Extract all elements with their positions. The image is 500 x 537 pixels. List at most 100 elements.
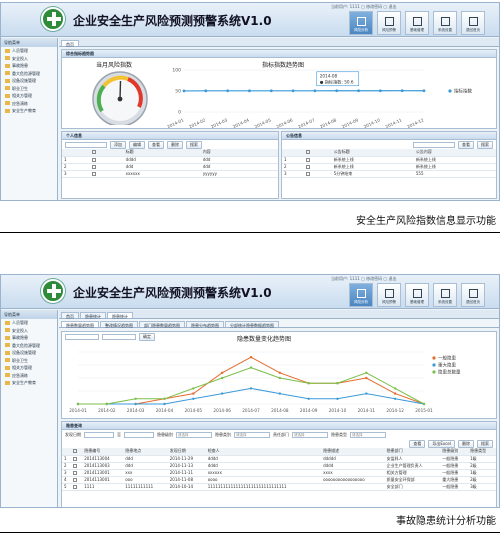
column-header[interactable]: 标题 — [123, 149, 201, 157]
data-point[interactable] — [204, 89, 208, 93]
sidebar-item[interactable]: 人员管理 — [1, 47, 57, 55]
sidebar-item[interactable]: 安全生产教育 — [1, 379, 57, 387]
notice-search-input[interactable] — [413, 141, 455, 148]
table-action-button[interactable]: 搜索 — [186, 140, 202, 149]
filter-select[interactable]: 请选择 — [234, 431, 270, 438]
toolbar-button[interactable]: 风险预警 — [377, 11, 401, 35]
data-point[interactable] — [378, 89, 382, 93]
row-checkbox[interactable] — [91, 164, 96, 169]
data-point[interactable] — [192, 397, 195, 400]
subtab[interactable]: 隐患数量趋势图 — [61, 321, 99, 328]
column-header[interactable]: 内容 — [200, 149, 278, 157]
column-header[interactable]: 隐患部门 — [384, 448, 441, 456]
table-action-button[interactable]: 删除 — [167, 140, 183, 149]
data-point[interactable] — [335, 89, 339, 93]
row-checkbox[interactable] — [91, 157, 96, 162]
column-header[interactable] — [282, 149, 305, 157]
data-point[interactable] — [336, 382, 339, 385]
toolbar-button[interactable]: 退回首页 — [461, 11, 485, 35]
data-point[interactable] — [278, 392, 282, 395]
data-point[interactable] — [249, 366, 253, 369]
toolbar-button[interactable]: 风险预警 — [377, 283, 401, 307]
toolbar-button[interactable]: 风险分析 — [349, 283, 373, 307]
table-action-button[interactable]: 添加 — [110, 140, 126, 149]
row-checkbox[interactable] — [306, 164, 311, 169]
user-bar-2[interactable]: 当前用户: 1111 ▢ 修改密码 ▢ 退出 — [331, 276, 396, 282]
data-point[interactable] — [163, 402, 166, 406]
data-point[interactable] — [192, 387, 195, 390]
sidebar-item[interactable]: 重大危险源管理 — [1, 70, 57, 78]
column-header[interactable] — [62, 149, 90, 157]
column-header[interactable]: 隐患级别 — [440, 448, 469, 456]
table-action-button[interactable]: 导出Excel — [428, 439, 455, 448]
data-point[interactable] — [307, 397, 310, 400]
row-checkbox[interactable] — [306, 157, 311, 162]
data-point[interactable] — [365, 371, 368, 374]
sidebar-item[interactable]: 事故隐患 — [1, 62, 57, 70]
column-header[interactable]: 隐患地点 — [123, 448, 168, 456]
tab[interactable]: 隐患统计 — [107, 312, 133, 319]
subtab[interactable]: 部门隐患数量趋势图 — [139, 321, 185, 328]
column-header[interactable]: 发现日期 — [167, 448, 206, 456]
sidebar-item[interactable]: 安全生产教育 — [1, 107, 57, 115]
column-header[interactable] — [304, 149, 332, 157]
table-action-button[interactable]: 搜索 — [477, 439, 493, 448]
column-header[interactable] — [71, 448, 83, 456]
user-bar[interactable]: 当前用户: 1111 ▢ 修改密码 ▢ 退出 — [331, 4, 396, 10]
table-row[interactable]: 3 2014113001 xxx 2014-11-11 xxxxxx xxxx 相关方管理一… — [62, 469, 496, 477]
data-point[interactable] — [76, 402, 80, 406]
table-row[interactable]: 2 新系统上线 新系统上线 — [282, 163, 496, 171]
data-point[interactable] — [226, 89, 230, 93]
row-checkbox[interactable] — [73, 477, 78, 482]
table-row[interactable]: 1 新系统上线 新系统上线 — [282, 156, 496, 164]
table-action-button[interactable]: 查看 — [458, 140, 474, 149]
data-point[interactable] — [182, 89, 186, 93]
sidebar-item[interactable]: 应急演练 — [1, 372, 57, 380]
tab[interactable]: 隐患统计 — [80, 312, 106, 319]
table-row[interactable]: 3 5分钟结束 555 — [282, 170, 496, 178]
toolbar-button[interactable]: 基础管理 — [405, 283, 429, 307]
column-header[interactable]: 隐患描述 — [321, 448, 385, 456]
sidebar-item[interactable]: 安全投入 — [1, 327, 57, 335]
column-header[interactable] — [62, 448, 72, 456]
column-header[interactable]: 公告标题 — [331, 149, 414, 157]
select-all-checkbox[interactable] — [306, 150, 311, 155]
table-row[interactable]: 1 2014113004 ddd 2014-11-29 dddd ddddd 安监科人 一般隐… — [62, 455, 496, 463]
data-point[interactable] — [393, 397, 397, 400]
table-action-button[interactable]: 删除 — [458, 439, 474, 448]
column-header[interactable]: 检查人 — [205, 448, 322, 456]
table-row[interactable]: 2 2014113003 ddd 2014-11-13 dddd dddd 企业生产管理负责… — [62, 462, 496, 470]
sidebar-item[interactable]: 事故隐患 — [1, 334, 57, 342]
data-point[interactable] — [393, 392, 397, 395]
filter-select[interactable]: 请选择 — [292, 431, 328, 438]
table-row[interactable]: 5 1111 11111111111 2014-10-14 11111111111111… — [62, 483, 496, 491]
subtab[interactable]: 隐患分布趋势图 — [186, 321, 224, 328]
sidebar-item[interactable]: 安全投入 — [1, 55, 57, 63]
column-header[interactable]: 公告内容 — [413, 149, 496, 157]
data-point[interactable] — [357, 89, 360, 93]
table-row[interactable]: 3 xxxxxx yyyyyy — [62, 170, 278, 178]
toolbar-button[interactable]: 基础管理 — [405, 11, 429, 35]
tab[interactable]: 首页 — [61, 312, 79, 319]
select-all-checkbox[interactable] — [91, 150, 96, 155]
table-action-button[interactable]: 查看 — [148, 140, 164, 149]
row-checkbox[interactable] — [73, 463, 78, 468]
column-header[interactable] — [89, 149, 124, 157]
data-point[interactable] — [313, 89, 317, 93]
data-point[interactable] — [269, 89, 273, 93]
filter-select[interactable] — [84, 431, 114, 438]
data-point[interactable] — [134, 397, 137, 400]
data-point[interactable] — [249, 356, 253, 359]
sidebar-item[interactable]: 相关方管理 — [1, 364, 57, 372]
filter-select[interactable] — [124, 431, 154, 438]
person-search-input[interactable] — [65, 141, 107, 148]
toolbar-button[interactable]: 系统设置 — [433, 283, 457, 307]
sidebar-item[interactable]: 重大危险源管理 — [1, 342, 57, 350]
sidebar-item[interactable]: 职业卫生 — [1, 85, 57, 93]
row-checkbox[interactable] — [91, 171, 96, 176]
data-point[interactable] — [400, 89, 404, 93]
data-point[interactable] — [105, 402, 109, 406]
data-point[interactable] — [220, 371, 224, 374]
row-checkbox[interactable] — [73, 456, 78, 461]
filter-go-button[interactable]: 确定 — [139, 332, 155, 341]
